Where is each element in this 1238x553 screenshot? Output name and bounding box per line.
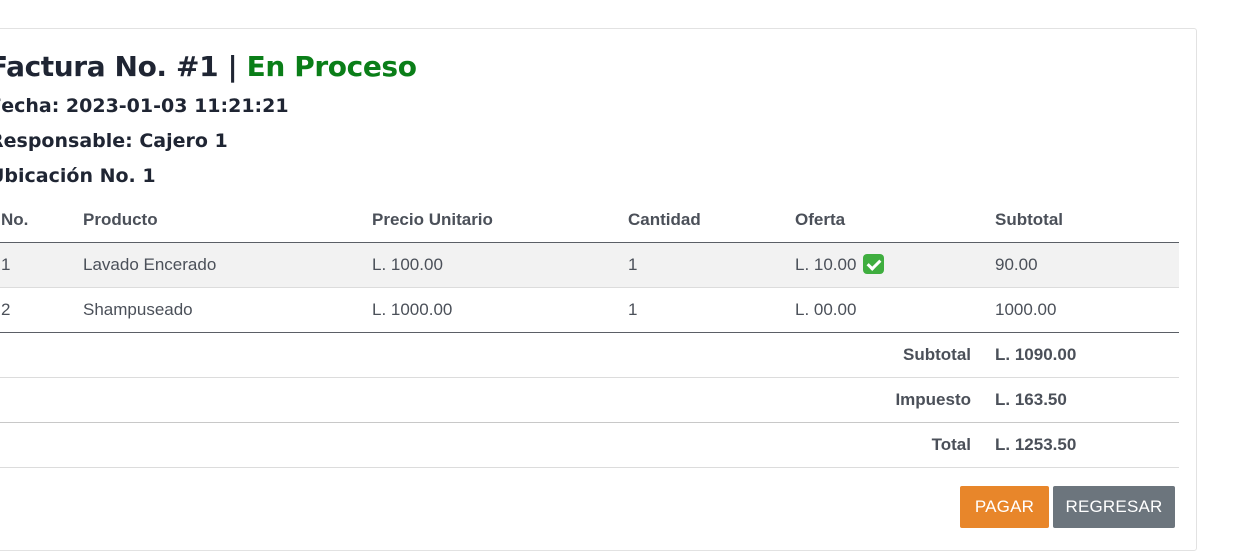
cell-producto: Lavado Encerado <box>71 242 360 288</box>
summary-row-subtotal: Subtotal L. 1090.00 <box>0 332 1179 378</box>
cell-oferta: L. 10.00 <box>783 242 983 288</box>
cell-producto: Shampuseado <box>71 287 360 333</box>
header-precio-unitario: Precio Unitario <box>360 198 616 243</box>
header-no: No. <box>0 198 71 243</box>
cell-cantidad: 1 <box>616 242 783 288</box>
pay-button[interactable]: PAGAR <box>960 486 1049 528</box>
summary-row-total: Total L. 1253.50 <box>0 422 1179 468</box>
cell-subtotal: 1000.00 <box>983 287 1179 333</box>
cell-precio: L. 100.00 <box>360 242 616 288</box>
summary-label: Impuesto <box>0 377 983 423</box>
header-oferta: Oferta <box>783 198 983 243</box>
cell-oferta: L. 00.00 <box>783 287 983 333</box>
invoice-status: En Proceso <box>246 50 417 83</box>
invoice-location: Ubicación No. 1 <box>0 165 156 187</box>
invoice-title: Factura No. #1 | En Proceso <box>0 47 417 87</box>
table-row: 1 Lavado Encerado L. 100.00 1 L. 10.00 9… <box>0 242 1179 288</box>
back-button[interactable]: REGRESAR <box>1053 486 1175 528</box>
summary-value: L. 163.50 <box>983 377 1179 423</box>
invoice-items-table: No. Producto Precio Unitario Cantidad Of… <box>0 198 1179 468</box>
header-producto: Producto <box>71 198 360 243</box>
header-cantidad: Cantidad <box>616 198 783 243</box>
summary-value: L. 1253.50 <box>983 422 1179 468</box>
table-summary: Subtotal L. 1090.00 Impuesto L. 163.50 T… <box>0 332 1179 468</box>
table-header-row: No. Producto Precio Unitario Cantidad Of… <box>0 198 1179 243</box>
cell-no: 2 <box>0 287 71 333</box>
cell-precio: L. 1000.00 <box>360 287 616 333</box>
summary-label: Total <box>0 422 983 468</box>
check-mark-icon <box>863 254 885 274</box>
oferta-value: L. 10.00 <box>795 255 857 274</box>
invoice-card: Factura No. #1 | En Proceso Fecha: 2023-… <box>0 28 1197 551</box>
summary-value: L. 1090.00 <box>983 332 1179 378</box>
table-body: 1 Lavado Encerado L. 100.00 1 L. 10.00 9… <box>0 242 1179 333</box>
invoice-responsible: Responsable: Cajero 1 <box>0 130 228 152</box>
invoice-date: Fecha: 2023-01-03 11:21:21 <box>0 95 289 117</box>
invoice-title-text: Factura No. #1 | <box>0 50 247 83</box>
invoice-card-body: Factura No. #1 | En Proceso Fecha: 2023-… <box>0 29 1196 550</box>
header-subtotal: Subtotal <box>983 198 1179 243</box>
summary-label: Subtotal <box>0 332 983 378</box>
summary-row-impuesto: Impuesto L. 163.50 <box>0 377 1179 423</box>
table-row: 2 Shampuseado L. 1000.00 1 L. 00.00 1000… <box>0 287 1179 333</box>
cell-subtotal: 90.00 <box>983 242 1179 288</box>
table-header: No. Producto Precio Unitario Cantidad Of… <box>0 198 1179 243</box>
cell-cantidad: 1 <box>616 287 783 333</box>
cell-no: 1 <box>0 242 71 288</box>
